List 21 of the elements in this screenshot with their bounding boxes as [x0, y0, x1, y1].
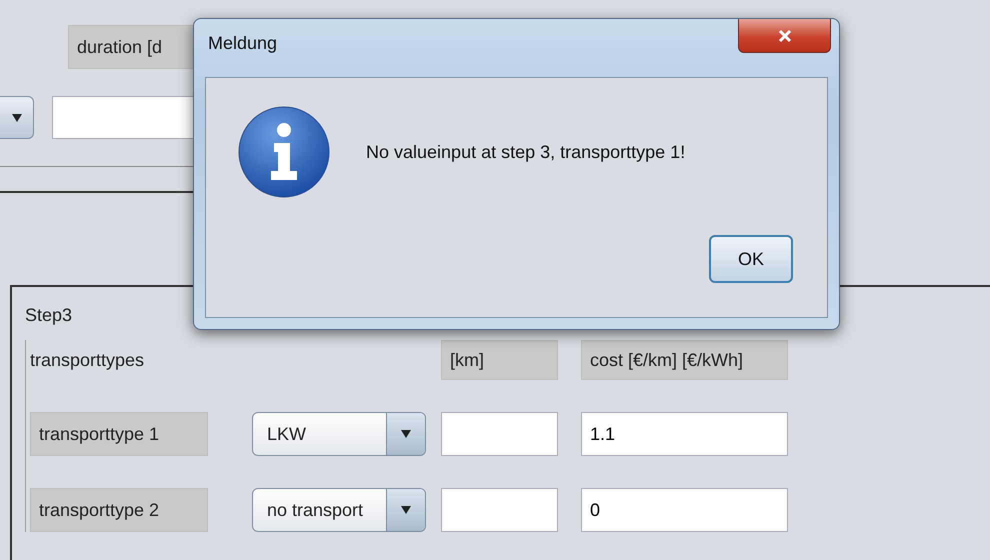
close-icon	[778, 28, 792, 42]
caret-icon	[386, 413, 425, 455]
column-label: [km]	[441, 340, 558, 380]
dropdown-button[interactable]	[0, 96, 34, 139]
message-text: No valueinput at step 3, transporttype 1!	[366, 142, 686, 162]
ok-button[interactable]: OK	[709, 235, 793, 283]
dropdown[interactable]: no transport	[252, 488, 426, 532]
row-label: transporttype 2	[30, 488, 208, 532]
caret-icon	[11, 112, 23, 122]
close-button[interactable]	[738, 19, 831, 53]
caret-icon	[386, 489, 425, 531]
column-label: cost [€/km] [€/kWh]	[581, 340, 788, 380]
panel-title: Step3	[25, 305, 72, 326]
info-icon	[238, 106, 330, 198]
row-label: transporttypes	[30, 348, 146, 372]
dropdown[interactable]: LKW	[252, 412, 426, 456]
row-label: transporttype 1	[30, 412, 208, 456]
input-field[interactable]	[441, 488, 558, 532]
input-field[interactable]: 1.1	[581, 412, 788, 456]
input-field[interactable]: 0	[581, 488, 788, 532]
input-field[interactable]	[441, 412, 558, 456]
